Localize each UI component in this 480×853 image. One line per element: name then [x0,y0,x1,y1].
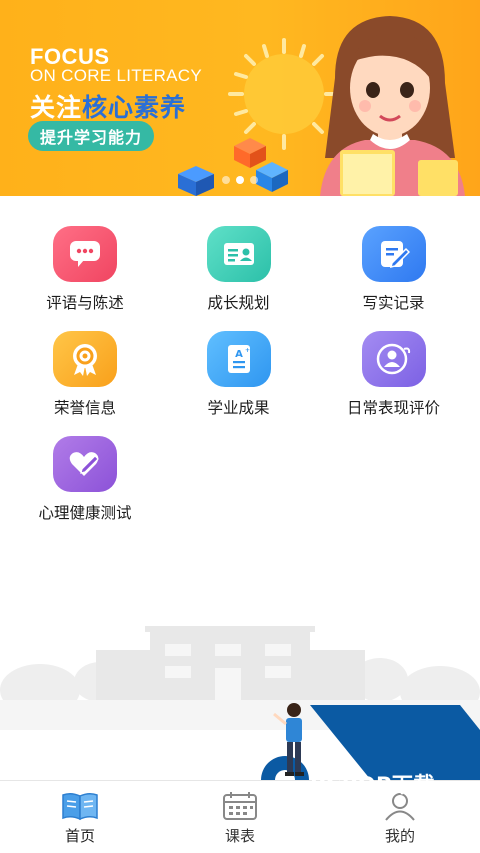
id-card-icon [206,226,271,282]
chat-bubble-icon [53,226,117,282]
feature-label: 荣誉信息 [53,399,116,417]
tab-schedule[interactable]: 课表 [160,781,320,853]
feature-comments-statements[interactable]: 评语与陈述 [0,226,170,314]
heart-pen-icon [53,436,117,492]
feature-label: 写实记录 [362,294,425,312]
tab-label: 我的 [384,827,415,845]
carousel-dot[interactable] [250,176,258,184]
feature-label: 心理健康测试 [38,504,132,522]
tab-home[interactable]: 首页 [0,781,160,853]
feature-honors[interactable]: 荣誉信息 [0,331,170,419]
banner-title-part2: 核心素养 [82,93,187,122]
medal-icon [53,331,117,387]
promo-banner[interactable]: FOCUS ON CORE LITERACY 关注核心素养 提升学习能力 [0,0,480,196]
feature-label: 日常表现评价 [346,399,440,417]
banner-subheading: ON CORE LITERACY [30,66,202,85]
banner-title: 关注核心素养 [30,88,186,124]
cubes-decoration-icon [178,138,288,196]
svg-text:A: A [235,349,243,360]
document-grade-icon: A + [206,331,271,387]
banner-tagline: 提升学习能力 [28,121,155,151]
teacher-illustration-icon [320,16,465,196]
user-review-icon [361,331,426,387]
feature-label: 成长规划 [207,294,270,312]
banner-title-part1: 关注 [30,93,83,122]
svg-text:+: + [245,347,250,354]
tab-label: 课表 [224,827,255,845]
feature-mental-health-test[interactable]: 心理健康测试 [0,436,170,524]
edit-note-icon [361,226,426,282]
calendar-icon [223,792,257,820]
tab-label: 首页 [64,827,95,845]
carousel-dot[interactable] [222,176,230,184]
feature-factual-record[interactable]: 写实记录 [307,226,480,314]
carousel-dot-active[interactable] [236,176,244,184]
feature-growth-plan[interactable]: 成长规划 [170,226,307,314]
feature-daily-performance[interactable]: 日常表现评价 [307,331,480,419]
feature-grid: 评语与陈述 成长规划 写实记录 荣誉信息 A + 学业成果 日常表现评价 心理健… [0,226,480,524]
feature-label: 学业成果 [207,399,270,417]
feature-label: 评语与陈述 [46,294,124,312]
feature-academic-results[interactable]: A + 学业成果 [170,331,307,419]
book-icon [62,792,98,821]
carousel-indicator[interactable] [222,176,258,184]
watermark-subtext: PCPOP Download [310,794,383,803]
